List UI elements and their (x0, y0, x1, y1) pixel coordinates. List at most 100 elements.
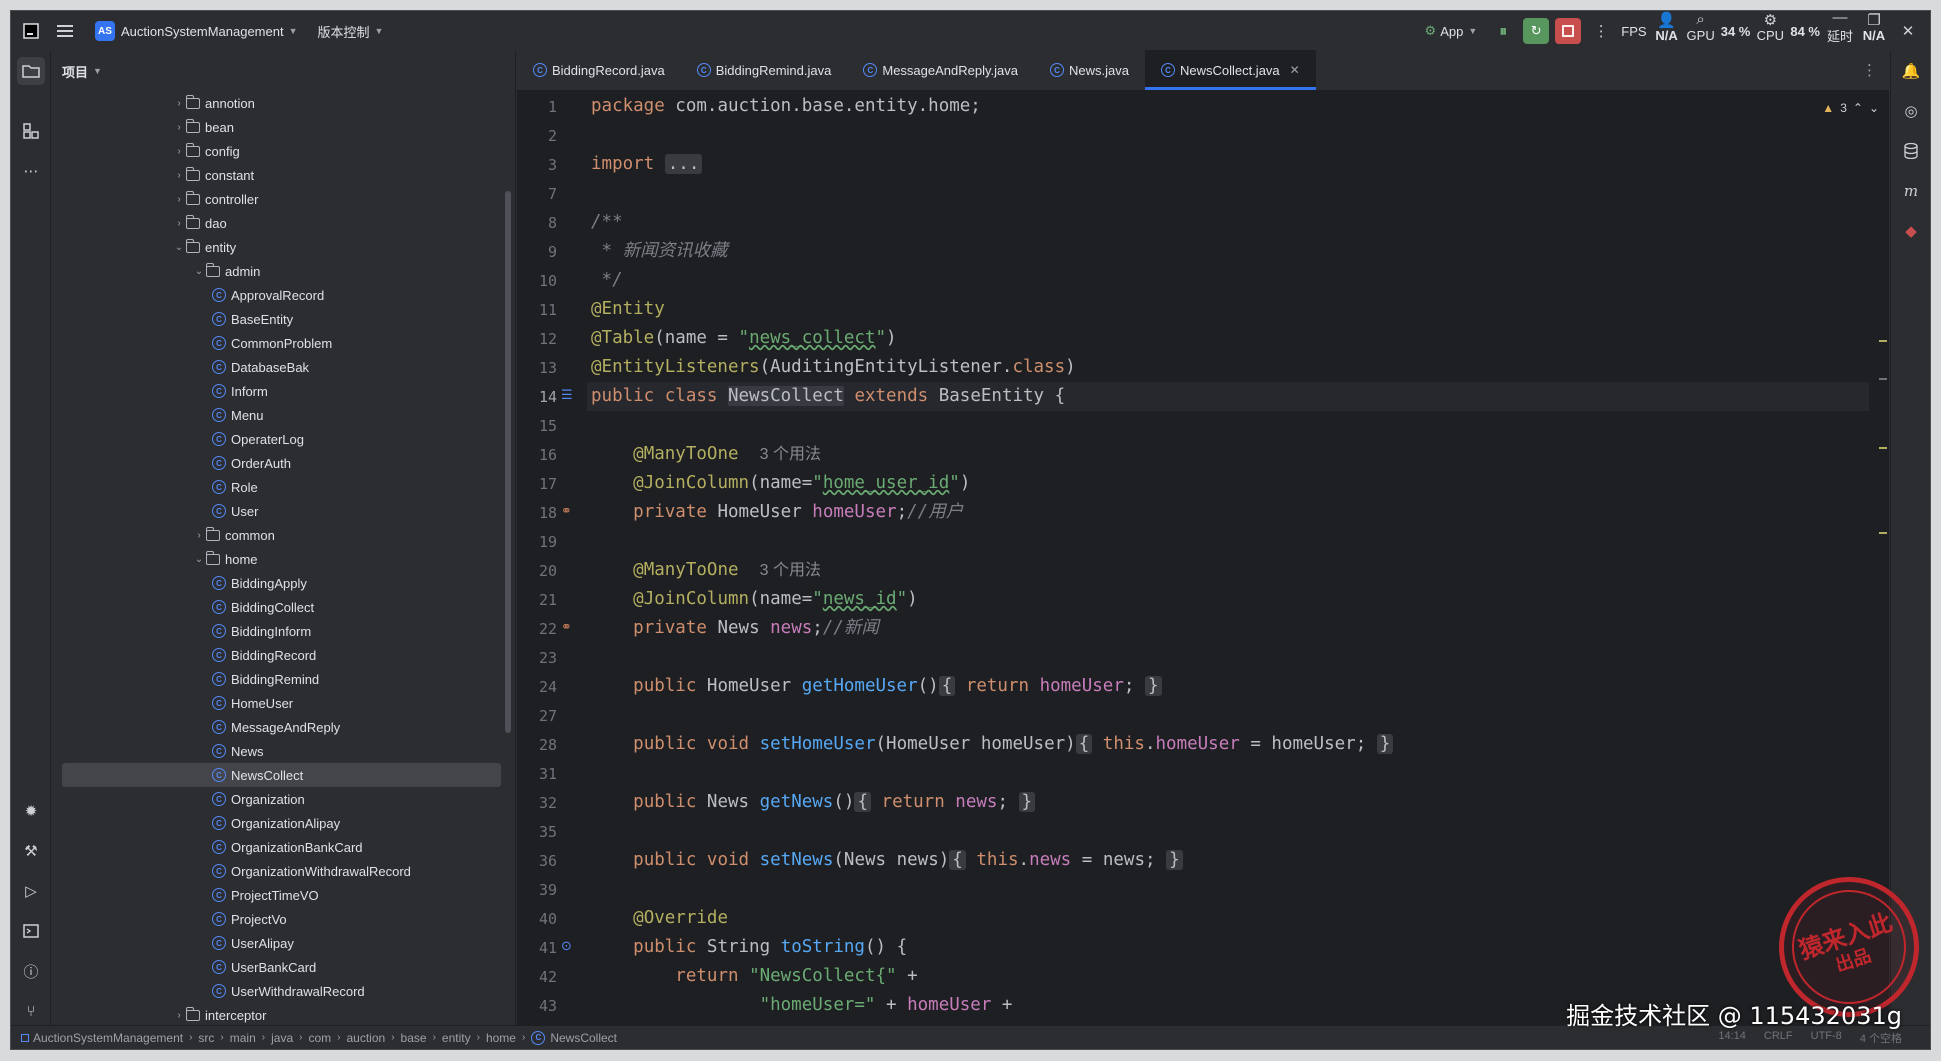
tree-class[interactable]: C User (52, 499, 501, 523)
user-icon[interactable]: 👤 (1653, 12, 1681, 29)
tree-class[interactable]: C NewsCollect (62, 763, 501, 787)
tree-class[interactable]: C MessageAndReply (52, 715, 501, 739)
line-separator[interactable]: CRLF (1764, 1030, 1793, 1046)
vcs-menu[interactable]: 版本控制 ▼ (312, 17, 390, 45)
chevron-right-icon[interactable]: › (172, 146, 186, 157)
gear-icon[interactable]: ⚙ (1756, 12, 1784, 29)
code-view[interactable]: package com.auction.base.entity.home; ›i… (587, 92, 1869, 1025)
tree-class[interactable]: C Inform (52, 379, 501, 403)
editor-tab[interactable]: C MessageAndReply.java (847, 50, 1034, 90)
problems-icon[interactable]: ⓘ (17, 957, 45, 985)
more-vertical-icon[interactable]: ⋮ (1862, 61, 1877, 79)
tree-class[interactable]: C ProjectTimeVO (52, 883, 501, 907)
tree-folder[interactable]: › common (52, 523, 501, 547)
terminal-icon[interactable] (17, 917, 45, 945)
folder-icon[interactable] (17, 57, 45, 85)
indent-setting[interactable]: 4 个空格 (1860, 1030, 1902, 1046)
tree-folder[interactable]: › interceptor (52, 1003, 501, 1027)
chevron-right-icon[interactable]: › (172, 194, 186, 205)
project-scrollbar[interactable] (505, 191, 511, 733)
breadcrumb-item[interactable]: java (271, 1031, 293, 1045)
tree-folder[interactable]: › dao (52, 211, 501, 235)
tree-class[interactable]: C OrganizationAlipay (52, 811, 501, 835)
tree-class[interactable]: C ApprovalRecord (52, 283, 501, 307)
chevron-right-icon[interactable]: › (172, 98, 186, 109)
tree-class[interactable]: C OrganizationBankCard (52, 835, 501, 859)
tree-class[interactable]: C Role (52, 475, 501, 499)
close-icon[interactable]: ✕ (1290, 63, 1300, 77)
caret-position[interactable]: 14:14 (1718, 1030, 1746, 1046)
tree-class[interactable]: C BiddingCollect (52, 595, 501, 619)
breadcrumb-item[interactable]: src (198, 1031, 214, 1045)
tree-folder[interactable]: › bean (52, 115, 501, 139)
run-config-selector[interactable]: ⚙ App ▼ (1419, 17, 1484, 45)
restore-icon[interactable]: ❐ (1860, 12, 1888, 29)
database-icon[interactable] (1897, 137, 1925, 165)
tree-folder[interactable]: ⌄ admin (52, 259, 501, 283)
usages-hint[interactable]: 3 个用法 (760, 446, 821, 463)
chevron-down-icon[interactable]: ⌄ (192, 554, 206, 565)
minimize-icon[interactable]: — (1826, 11, 1854, 26)
services-icon[interactable]: ▷ (17, 877, 45, 905)
tree-class[interactable]: C BiddingRecord (52, 643, 501, 667)
chevron-right-icon[interactable]: › (172, 122, 186, 133)
editor-tab[interactable]: C News.java (1034, 50, 1145, 90)
breadcrumb-item[interactable]: entity (442, 1031, 471, 1045)
editor-tab[interactable]: C BiddingRecord.java (517, 50, 681, 90)
tree-class[interactable]: C BiddingRemind (52, 667, 501, 691)
breadcrumb-item[interactable]: AuctionSystemManagement (33, 1031, 183, 1045)
tree-folder[interactable]: ⌄ home (52, 547, 501, 571)
tree-folder[interactable]: ⌄ entity (52, 235, 501, 259)
override-icon[interactable]: ⊙ (561, 938, 572, 954)
chevron-up-icon[interactable]: ⌃ (1853, 101, 1863, 115)
marker[interactable] (1879, 378, 1887, 380)
notifications-icon[interactable]: 🔔 (1897, 57, 1925, 85)
search-icon[interactable]: ⌕ (1687, 11, 1715, 28)
tree-class[interactable]: C Menu (52, 403, 501, 427)
chevron-right-icon[interactable]: › (192, 530, 206, 541)
maven-icon[interactable]: m (1897, 177, 1925, 205)
tree-class[interactable]: C OrderAuth (52, 451, 501, 475)
warning-marker[interactable] (1879, 340, 1887, 342)
ai-assistant-icon[interactable]: ◎ (1897, 97, 1925, 125)
chevron-down-icon[interactable]: ⌄ (192, 266, 206, 277)
tree-folder[interactable]: › constant (52, 163, 501, 187)
breadcrumb-item[interactable]: home (486, 1031, 516, 1045)
plugin-icon[interactable]: ◆ (1897, 217, 1925, 245)
close-icon[interactable]: ✕ (1894, 17, 1922, 45)
usages-hint[interactable]: 3 个用法 (760, 562, 821, 579)
tree-class[interactable]: C BaseEntity (52, 307, 501, 331)
breadcrumb-item[interactable]: auction (347, 1031, 386, 1045)
main-menu-icon[interactable] (51, 17, 79, 45)
build-icon[interactable]: ⚒ (17, 837, 45, 865)
tree-class[interactable]: C UserBankCard (52, 955, 501, 979)
breadcrumb-item[interactable]: NewsCollect (550, 1031, 617, 1045)
editor-tab[interactable]: C BiddingRemind.java (681, 50, 848, 90)
tree-folder[interactable]: › config (52, 139, 501, 163)
tree-folder[interactable]: › annotion (52, 91, 501, 115)
more-vertical-icon[interactable]: ⋮ (1587, 17, 1615, 45)
breadcrumb-item[interactable]: com (308, 1031, 331, 1045)
database-icon[interactable]: ☰ (561, 387, 573, 403)
tree-folder[interactable]: › controller (52, 187, 501, 211)
breadcrumb-item[interactable]: main (230, 1031, 256, 1045)
rerun-button[interactable]: ↻ (1523, 18, 1550, 44)
chevron-right-icon[interactable]: › (172, 1010, 186, 1021)
link-icon[interactable]: ⚭ (561, 503, 572, 519)
more-horizontal-icon[interactable]: ⋯ (17, 157, 45, 185)
tree-class[interactable]: C OrganizationWithdrawalRecord (52, 859, 501, 883)
chevron-down-icon[interactable]: ⌄ (172, 242, 186, 253)
tree-class[interactable]: C OperaterLog (52, 427, 501, 451)
pause-icon[interactable]: ⏸ (1489, 17, 1517, 45)
tree-class[interactable]: C HomeUser (52, 691, 501, 715)
tree-class[interactable]: C Organization (52, 787, 501, 811)
chevron-right-icon[interactable]: › (172, 218, 186, 229)
project-panel-header[interactable]: 项目 ▼ (52, 51, 515, 91)
warning-marker[interactable] (1879, 532, 1887, 534)
tree-class[interactable]: C DatabaseBak (52, 355, 501, 379)
tree-class[interactable]: C UserAlipay (52, 931, 501, 955)
chevron-right-icon[interactable]: › (172, 170, 186, 181)
breadcrumb-item[interactable]: base (401, 1031, 427, 1045)
tree-class[interactable]: C BiddingApply (52, 571, 501, 595)
tree-class[interactable]: C BiddingInform (52, 619, 501, 643)
